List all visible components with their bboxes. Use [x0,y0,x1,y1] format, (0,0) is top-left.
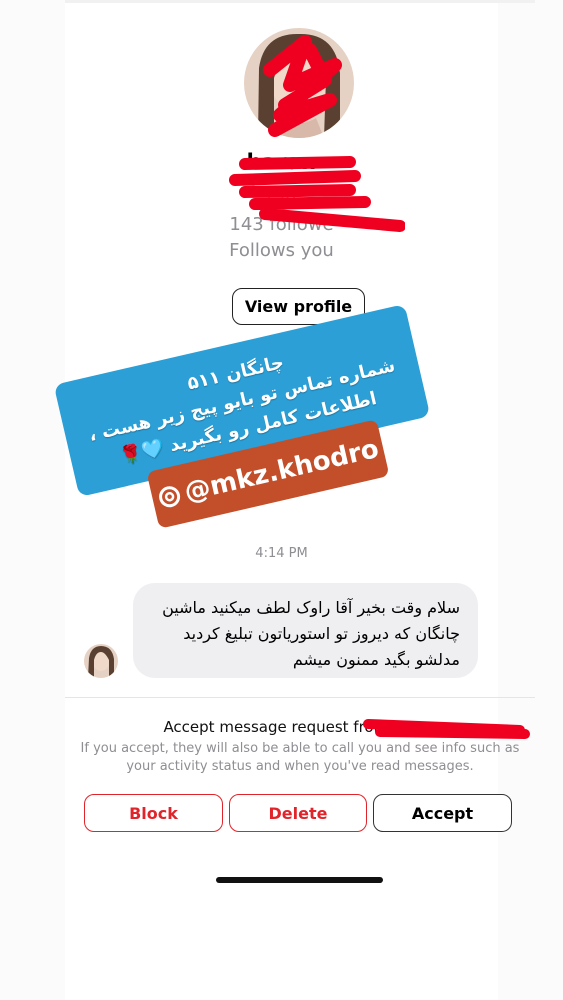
request-divider [65,697,535,698]
accept-request-description: If you accept, they will also be able to… [80,741,520,774]
threads-icon [155,482,184,511]
accept-button[interactable]: Accept [373,794,512,832]
profile-name: baran [246,150,317,174]
home-indicator[interactable] [216,877,383,883]
profile-avatar[interactable] [244,28,354,138]
sender-avatar[interactable] [84,644,118,678]
delete-button[interactable]: Delete [229,794,367,832]
followers-count: 143 followe [229,214,334,235]
profile-username: ran [266,188,297,209]
message-bubble[interactable]: سلام وقت بخیر آقا راوک لطف میکنید ماشین … [133,583,478,678]
accept-request-title: Accept message request from baran [163,718,437,736]
avatar-photo [244,28,354,138]
block-button[interactable]: Block [84,794,223,832]
sender-avatar-photo [84,644,118,678]
follows-you-label: Follows you [229,240,334,261]
top-divider [65,0,535,3]
message-timestamp: 4:14 PM [255,546,308,561]
